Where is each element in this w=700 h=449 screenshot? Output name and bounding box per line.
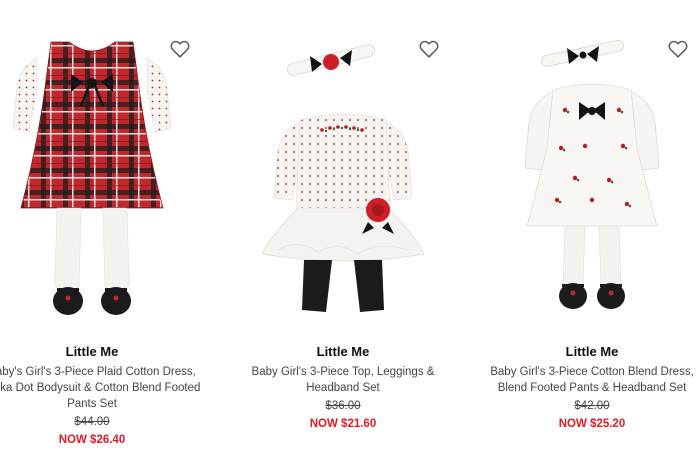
product-name-line[interactable]: Baby Girl's 3-Piece Top, Leggings & — [218, 364, 468, 380]
original-price: $44.00 — [74, 416, 110, 428]
wishlist-heart-icon[interactable] — [169, 38, 191, 60]
original-price: $36.00 — [325, 400, 361, 412]
product-brand[interactable]: Little Me — [0, 343, 217, 360]
sale-price: NOW $26.40 — [58, 434, 126, 446]
product-info: Little Me Baby's Girl's 3-Piece Plaid Co… — [0, 343, 217, 449]
sale-price: NOW $21.60 — [309, 418, 377, 430]
product-name-line[interactable]: Polka Dot Bodysuit & Cotton Blend Footed — [0, 380, 217, 396]
product-name-line[interactable]: Pants Set — [0, 396, 217, 412]
original-price: $42.00 — [574, 400, 610, 412]
product-info: Little Me Baby Girl's 3-Piece Cotton Ble… — [467, 343, 700, 433]
product-name-line[interactable]: Baby Girl's 3-Piece Cotton Blend Dress, — [467, 364, 700, 380]
product-brand[interactable]: Little Me — [218, 343, 468, 360]
product-card[interactable]: Little Me Baby Girl's 3-Piece Cotton Ble… — [467, 0, 700, 448]
product-card[interactable]: Little Me Baby's Girl's 3-Piece Plaid Co… — [0, 0, 217, 448]
product-card[interactable]: Little Me Baby Girl's 3-Piece Top, Leggi… — [218, 0, 468, 448]
product-info: Little Me Baby Girl's 3-Piece Top, Leggi… — [218, 343, 468, 433]
product-image-top-leggings-headband-set[interactable] — [218, 28, 468, 328]
wishlist-heart-icon[interactable] — [667, 38, 689, 60]
product-name-line[interactable]: Blend Footed Pants & Headband Set — [467, 380, 700, 396]
product-image-dress-pants-headband-set[interactable] — [467, 28, 700, 328]
product-name-line[interactable]: Baby's Girl's 3-Piece Plaid Cotton Dress… — [0, 364, 217, 380]
product-name-line[interactable]: Headband Set — [218, 380, 468, 396]
sale-price: NOW $25.20 — [558, 418, 626, 430]
product-brand[interactable]: Little Me — [467, 343, 700, 360]
product-grid: Little Me Baby's Girl's 3-Piece Plaid Co… — [0, 0, 700, 448]
wishlist-heart-icon[interactable] — [418, 38, 440, 60]
product-image-plaid-dress-set[interactable] — [0, 28, 217, 328]
